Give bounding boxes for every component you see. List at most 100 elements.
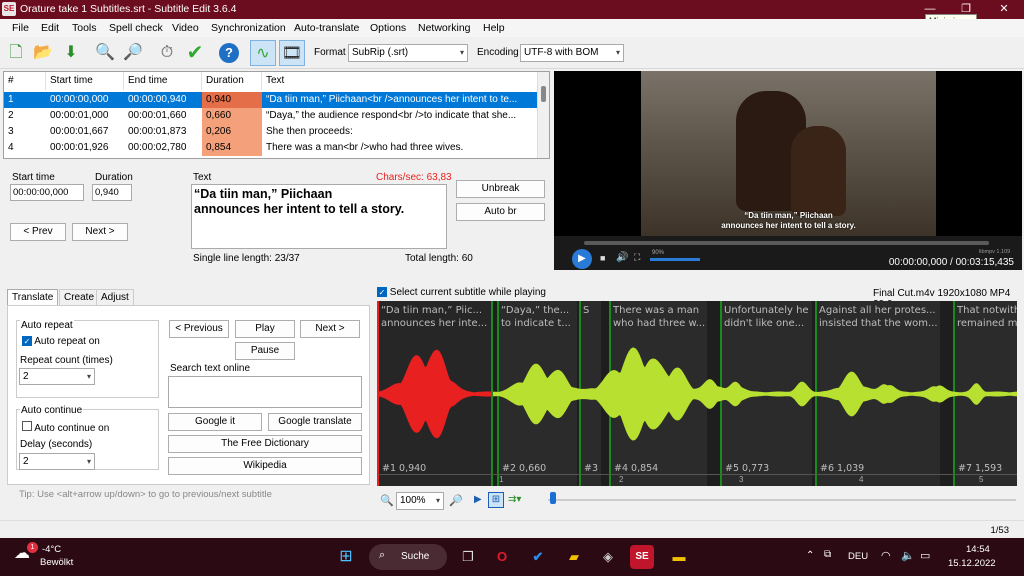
volume-slider[interactable] [650,258,700,261]
menu-networking[interactable]: Networking [418,22,471,34]
subtitle-edit-taskbar-icon[interactable]: SE [630,545,654,569]
menu-tools[interactable]: Tools [72,22,97,34]
open-folder-icon[interactable]: 📂 [30,40,56,66]
col-header-number[interactable]: # [4,72,46,90]
auto-scroll-icon[interactable]: ⇉▾ [508,494,521,505]
menu-edit[interactable]: Edit [41,22,59,34]
sticky-notes-icon[interactable]: ▰ [562,545,586,569]
volume-mute-icon[interactable]: 🔈 [901,549,915,562]
menu-spell-check[interactable]: Spell check [109,22,163,34]
table-row[interactable]: 3 00:00:01,667 00:00:01,873 0,206 She th… [4,124,539,140]
google-translate-button[interactable]: Google translate [268,413,362,431]
tab-create[interactable]: Create [59,289,100,305]
sync-icon[interactable]: ⏱ [154,40,180,66]
language-indicator[interactable]: DEU [848,551,868,562]
help-icon[interactable]: ? [216,40,242,66]
menu-file[interactable]: File [12,22,29,34]
chevron-up-icon[interactable]: ⌃ [806,550,814,561]
seek-bar[interactable] [584,241,989,245]
cell-end: 00:00:02,780 [128,142,187,153]
save-icon[interactable]: ⬇ [58,40,84,66]
video-player[interactable]: “Da tiin man,” Piichaan announces her in… [554,71,1022,270]
chevron-down-icon: ▾ [86,372,91,381]
delay-select[interactable]: 2 ▾ [19,453,95,470]
wikipedia-button[interactable]: Wikipedia [168,457,362,475]
play-button[interactable]: Play [235,320,295,338]
cell-duration: 0,940 [202,92,262,108]
format-select[interactable]: SubRip (.srt) ▾ [348,44,468,62]
file-explorer-icon[interactable]: ▬ [667,545,691,569]
menu-synchronization[interactable]: Synchronization [211,22,286,34]
find-icon[interactable]: 🔍 [92,40,118,66]
todo-icon[interactable]: ✔ [526,545,550,569]
cell-start: 00:00:01,926 [50,142,109,153]
select-while-playing-checkbox[interactable]: ✓ Select current subtitle while playing [377,287,546,298]
col-header-end[interactable]: End time [124,72,202,90]
position-track[interactable] [548,499,1016,501]
battery-icon[interactable]: ▭ [920,549,930,562]
tab-adjust[interactable]: Adjust [96,289,134,305]
pause-button[interactable]: Pause [235,342,295,360]
tab-translate[interactable]: Translate [7,289,59,306]
clock-date[interactable]: 15.12.2022 [948,558,996,569]
play-icon[interactable]: ▶ [572,249,592,269]
zoom-in-icon[interactable]: 🔎 [449,494,463,507]
repeat-count-select[interactable]: 2 ▾ [19,368,95,385]
zoom-out-icon[interactable]: 🔍 [380,494,394,507]
encoding-select[interactable]: UTF-8 with BOM ▾ [520,44,624,62]
search-text-input[interactable] [168,376,362,408]
menu-options[interactable]: Options [370,22,406,34]
menu-video[interactable]: Video [172,22,199,34]
start-time-input[interactable]: 00:00:00,000 [10,184,84,201]
network-tray-icon[interactable]: ⧉ [824,549,831,560]
search-box[interactable]: ⌕ Suche [369,544,447,570]
cell-number: 3 [8,126,14,137]
auto-repeat-checkbox[interactable]: ✓ Auto repeat on [22,336,100,347]
col-header-start[interactable]: Start time [46,72,124,90]
auto-br-button[interactable]: Auto br [456,203,545,221]
next-button[interactable]: Next > [72,223,128,241]
table-row[interactable]: 4 00:00:01,926 00:00:02,780 0,854 There … [4,140,539,156]
zoom-select[interactable]: 100% ▾ [396,492,444,510]
duration-input[interactable]: 0,940 [92,184,132,201]
new-file-icon[interactable]: 🗋 [3,40,29,66]
davinci-icon[interactable]: ◈ [596,545,620,569]
unbreak-button[interactable]: Unbreak [456,180,545,198]
table-row[interactable]: 2 00:00:01,000 00:00:01,660 0,660 “Daya,… [4,108,539,124]
video-icon[interactable]: 🎞 [279,40,305,66]
menu-help[interactable]: Help [483,22,505,34]
next-button[interactable]: Next > [300,320,360,338]
task-view-icon[interactable]: ❐ [456,545,480,569]
auto-continue-checkbox[interactable]: Auto continue on [22,421,109,434]
scrollbar-thumb[interactable] [541,86,546,102]
waveform-panel[interactable]: “Da tiin man,” Piic... announces her inte… [377,301,1017,486]
col-header-duration[interactable]: Duration [202,72,262,90]
opera-icon[interactable]: O [490,545,514,569]
previous-button[interactable]: < Previous [169,320,229,338]
table-row[interactable]: 1 00:00:00,000 00:00:00,940 0,940 “Da ti… [4,92,539,108]
stop-icon[interactable]: ■ [600,253,605,263]
play-selection-icon[interactable]: ▶ [474,494,482,505]
close-button[interactable]: ✕ [986,0,1022,19]
clock-time[interactable]: 14:54 [966,544,990,555]
subtitle-text-editor[interactable]: “Da tiin man,” Piichaan announces her in… [191,184,447,249]
waveform-icon[interactable]: ∿ [250,40,276,66]
wifi-icon[interactable]: ◠ [881,549,891,562]
prev-button[interactable]: < Prev [10,223,66,241]
spell-check-icon[interactable]: ✔ [182,40,208,66]
position-slider-thumb[interactable] [550,492,556,504]
google-it-button[interactable]: Google it [168,413,262,431]
weather-badge: 1 [27,542,38,553]
cell-start: 00:00:01,000 [50,110,109,121]
col-header-text[interactable]: Text [262,72,539,90]
center-icon[interactable]: ⊞ [488,492,504,508]
menu-auto-translate[interactable]: Auto-translate [294,22,359,34]
subtitle-position: 1/53 [990,525,1010,536]
replace-icon[interactable]: 🔎 [120,40,146,66]
fullscreen-icon[interactable]: ⛶ [634,252,640,263]
grid-scrollbar[interactable] [537,72,549,158]
start-icon[interactable]: ⊞ [334,545,358,569]
subtitle-grid[interactable]: # Start time End time Duration Text 1 00… [3,71,550,159]
free-dictionary-button[interactable]: The Free Dictionary [168,435,362,453]
volume-icon[interactable]: 🔊 [616,252,628,263]
